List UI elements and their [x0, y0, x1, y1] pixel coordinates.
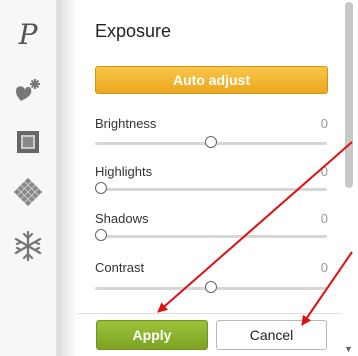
highlights-slider-thumb[interactable]: [95, 182, 107, 194]
apply-button[interactable]: Apply: [96, 320, 208, 350]
sticker-tool-button[interactable]: [8, 70, 48, 110]
highlights-label: Highlights: [95, 164, 153, 179]
shadows-slider[interactable]: [95, 229, 327, 241]
shadows-value: 0: [320, 211, 328, 226]
scrollbar-thumb[interactable]: [345, 2, 353, 188]
exposure-panel: Exposure Auto adjust Brightness 0 Highli…: [77, 0, 342, 356]
contrast-slider[interactable]: [95, 281, 327, 293]
snowflake-icon: [14, 230, 42, 262]
sticker-icon: [16, 79, 40, 101]
texture-icon: [13, 177, 43, 207]
footer-divider: [77, 313, 342, 314]
contrast-slider-thumb[interactable]: [205, 281, 217, 293]
tool-sidebar: P: [0, 0, 57, 356]
brightness-slider-thumb[interactable]: [205, 136, 217, 148]
highlights-value: 0: [320, 164, 328, 179]
contrast-value: 0: [320, 260, 328, 275]
frame-icon: [17, 131, 39, 153]
brightness-slider[interactable]: [95, 136, 327, 148]
contrast-label: Contrast: [95, 260, 145, 275]
shadows-label: Shadows: [95, 211, 149, 226]
brightness-value: 0: [320, 116, 328, 131]
snowflake-tool-button[interactable]: [8, 226, 48, 266]
cancel-button[interactable]: Cancel: [216, 320, 327, 350]
text-p-icon: P: [18, 17, 38, 51]
texture-tool-button[interactable]: [8, 172, 48, 212]
shadows-slider-thumb[interactable]: [95, 229, 107, 241]
scroll-down-arrow-icon[interactable]: ▼: [344, 344, 353, 354]
highlights-slider[interactable]: [95, 182, 327, 194]
panel-scrollbar[interactable]: ▼: [342, 0, 358, 356]
text-tool-button[interactable]: P: [8, 14, 48, 54]
frame-tool-button[interactable]: [8, 122, 48, 162]
panel-shadow: [57, 0, 77, 356]
brightness-label: Brightness: [95, 116, 157, 131]
auto-adjust-button[interactable]: Auto adjust: [95, 66, 328, 94]
panel-title: Exposure: [95, 21, 172, 41]
